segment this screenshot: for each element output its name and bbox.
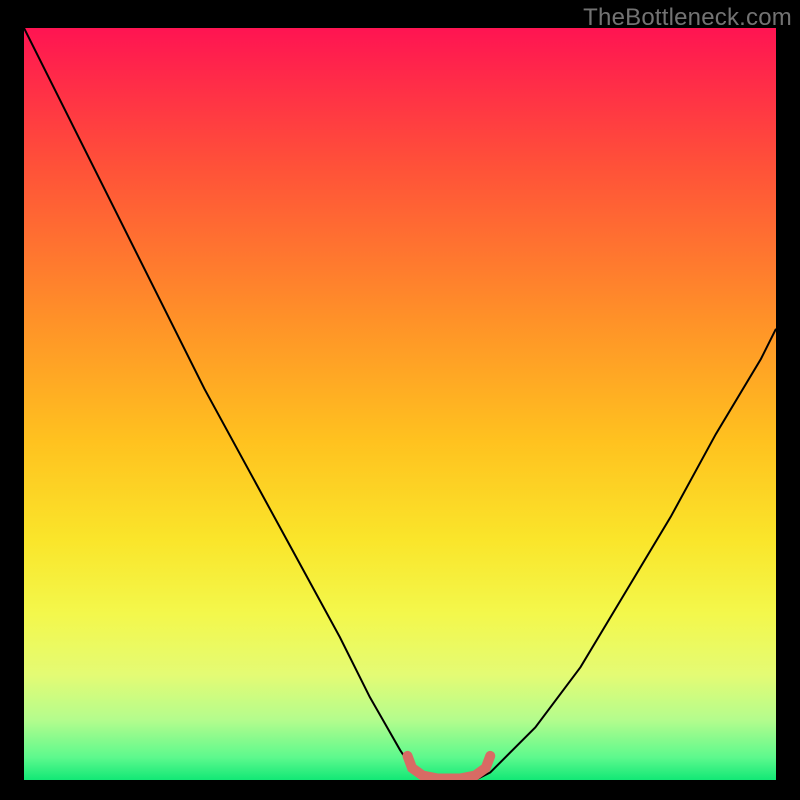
watermark-text: TheBottleneck.com <box>583 4 792 32</box>
optimal-zone-marker <box>408 756 491 779</box>
bottleneck-curve <box>24 28 776 780</box>
curve-overlay <box>24 28 776 780</box>
plot-area <box>24 28 776 780</box>
chart-frame: TheBottleneck.com <box>0 0 800 800</box>
